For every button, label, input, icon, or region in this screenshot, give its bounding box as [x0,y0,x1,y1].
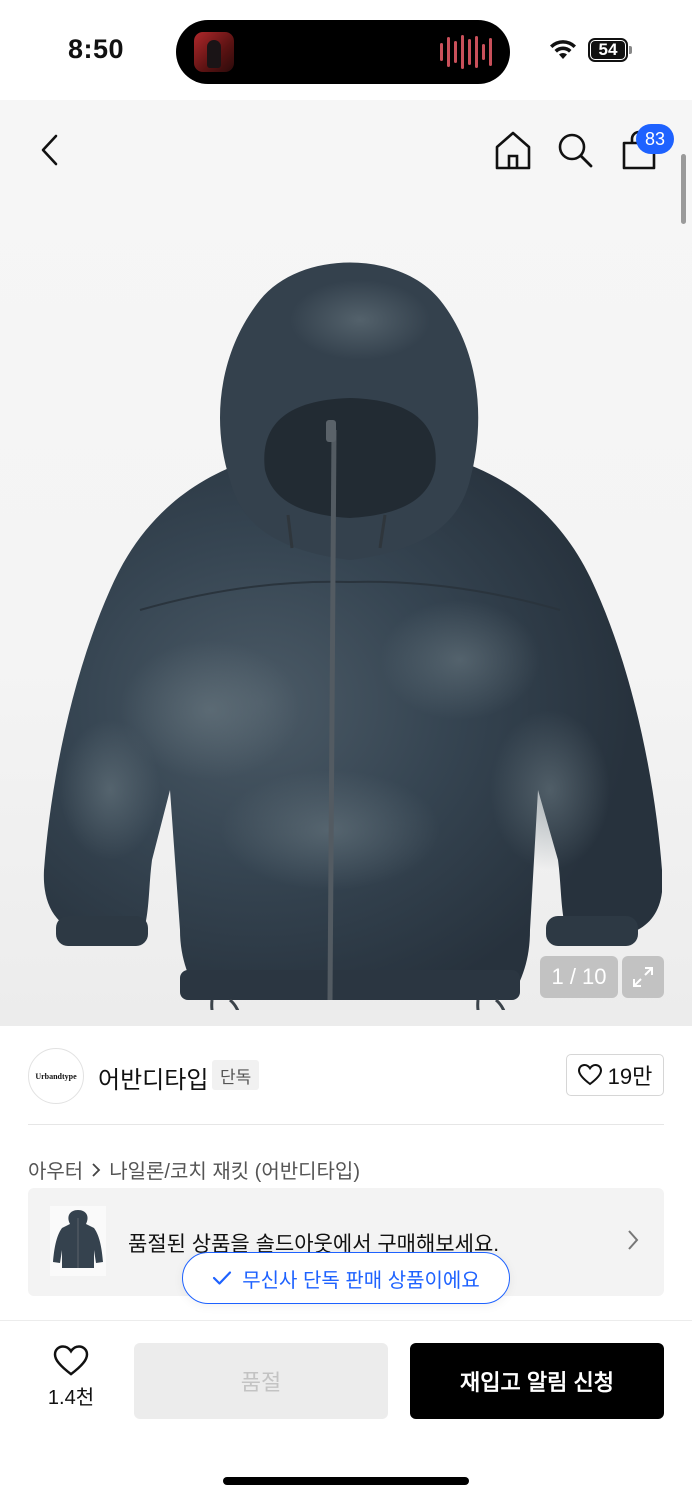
status-time: 8:50 [68,34,125,64]
divider [28,1124,664,1125]
cart-count-badge: 83 [636,124,674,154]
wishlist-count: 1.4천 [47,1387,95,1409]
expand-icon [633,967,653,987]
home-button[interactable] [492,128,534,172]
heart-icon [53,1345,89,1376]
exclusive-tag: 단독 [212,1060,260,1090]
restock-alert-button[interactable]: 재입고 알림 신청 [410,1343,664,1419]
exclusive-notice-chip: 무신사 단독 판매 상품이에요 [182,1252,510,1304]
product-image-gallery[interactable]: 1 / 10 [0,100,692,1026]
breadcrumb-category[interactable]: 아우터 [28,1155,83,1184]
status-indicators: 54 [548,38,632,62]
product-image [43,262,662,1010]
expand-button[interactable] [622,956,664,998]
battery-level: 54 [591,40,625,59]
bottom-action-bar: 1.4천 품절 재입고 알림 신청 [0,1320,692,1500]
search-button[interactable] [554,128,596,172]
exclusive-notice-text: 무신사 단독 판매 상품이에요 [242,1269,480,1292]
breadcrumb: 아우터 나일론/코치 재킷 (어반디타입) [28,1155,360,1184]
heart-icon [577,1064,602,1086]
soldout-button[interactable]: 품절 [134,1343,388,1419]
search-icon [558,133,593,168]
wifi-icon [550,40,576,59]
battery-icon: 54 [588,38,632,62]
now-playing-artwork [194,32,234,72]
back-button[interactable] [30,128,70,172]
brand-row: Urbandtype 어반디타입 단독 19만 [28,1046,664,1106]
home-icon [495,131,531,170]
soldout-thumbnail [50,1206,106,1276]
wishlist-button[interactable]: 1.4천 [36,1345,106,1415]
check-icon [213,1271,232,1285]
chevron-right-icon [628,1230,639,1250]
dynamic-island[interactable] [176,20,510,84]
brand-like-count: 19만 [607,1064,653,1089]
image-page-counter: 1 / 10 [540,956,618,998]
brand-name[interactable]: 어반디타입 [98,1060,208,1095]
breadcrumb-subcategory[interactable]: 나일론/코치 재킷 (어반디타입) [109,1155,360,1184]
home-indicator[interactable] [223,1477,469,1485]
brand-like-button[interactable]: 19만 [566,1054,664,1096]
audio-wave-icon [440,34,492,70]
brand-logo[interactable]: Urbandtype [28,1048,84,1104]
chevron-right-icon [92,1162,101,1177]
scrollbar[interactable] [681,154,686,224]
status-bar: 8:50 54 [0,0,692,100]
chevron-left-icon [41,134,58,166]
